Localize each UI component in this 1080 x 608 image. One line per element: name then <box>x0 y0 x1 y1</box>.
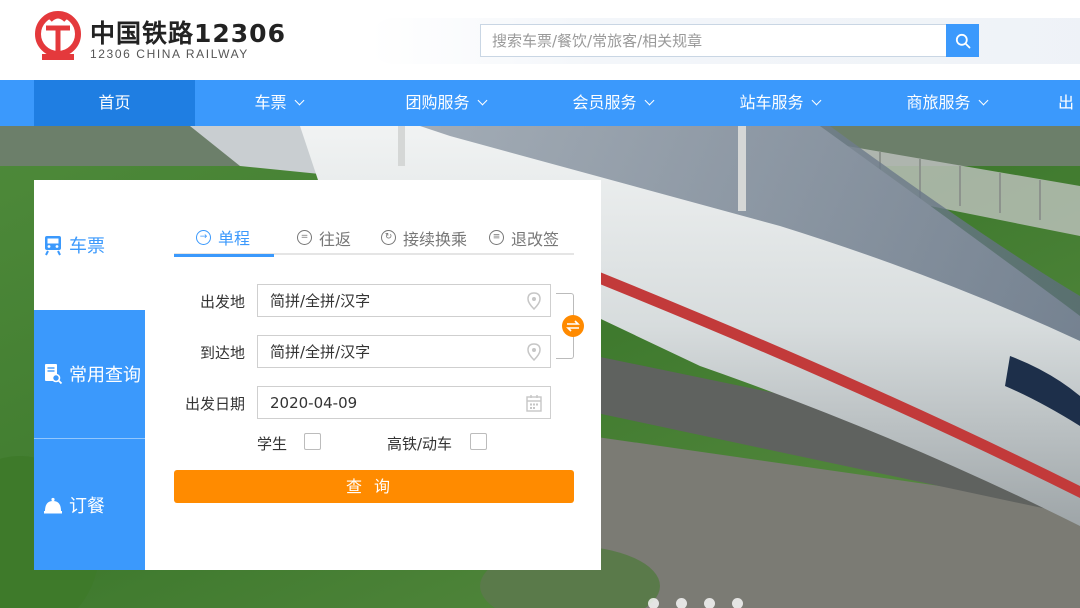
booking-panel: 车票 常用查询 订餐 → 单程 = 往返 ↻ 接续换乘 ≡ 退改签 出发地 简拼… <box>34 180 601 570</box>
calendar-icon[interactable] <box>526 394 542 412</box>
student-label: 学生 <box>257 435 288 453</box>
nav-station-service-label: 站车服务 <box>739 93 804 112</box>
carousel-dot[interactable] <box>676 598 687 608</box>
carousel-dot[interactable] <box>648 598 659 608</box>
nav-business-service[interactable]: 商旅服务 <box>863 80 1030 126</box>
document-search-icon <box>45 364 63 385</box>
search-icon <box>955 33 970 48</box>
tab-round-trip-label: 往返 <box>319 229 352 249</box>
tab-one-way[interactable]: → 单程 <box>174 220 274 257</box>
chevron-down-icon <box>644 95 654 106</box>
from-field-box <box>257 284 551 317</box>
nav-group-service[interactable]: 团购服务 <box>362 80 529 126</box>
highspeed-checkbox[interactable] <box>470 433 487 450</box>
highspeed-label: 高铁/动车 <box>387 435 453 453</box>
nav-home[interactable]: 首页 <box>34 80 195 126</box>
header: 中国铁路12306 12306 CHINA RAILWAY <box>0 0 1080 80</box>
side-tab-common-query-label: 常用查询 <box>69 365 141 386</box>
from-label: 出发地 <box>199 293 245 311</box>
nav-home-label: 首页 <box>98 93 131 112</box>
nav-travel[interactable]: 出 <box>1058 80 1080 126</box>
location-pin-icon <box>527 343 541 361</box>
chevron-down-icon <box>294 95 304 106</box>
to-field-box <box>257 335 551 368</box>
nav-group-service-label: 团购服务 <box>405 93 470 112</box>
booking-sidebar: 车票 常用查询 订餐 <box>34 180 145 570</box>
search-button[interactable] <box>946 24 979 57</box>
nav-business-service-label: 商旅服务 <box>906 93 971 112</box>
tab-one-way-label: 单程 <box>218 229 251 248</box>
nav-tickets[interactable]: 车票 <box>195 80 362 126</box>
arrow-circle-icon: → <box>196 229 211 245</box>
tab-round-trip[interactable]: = 往返 <box>297 220 351 255</box>
date-field-box <box>257 386 551 419</box>
nav-station-service[interactable]: 站车服务 <box>696 80 863 126</box>
trip-type-tabs: → 单程 = 往返 ↻ 接续换乘 ≡ 退改签 <box>174 220 574 257</box>
brand-subtitle: 12306 CHINA RAILWAY <box>90 47 249 61</box>
tab-refund-change[interactable]: ≡ 退改签 <box>489 220 559 255</box>
ticket-circle-icon: ≡ <box>489 230 504 245</box>
date-label: 出发日期 <box>184 395 245 413</box>
student-checkbox[interactable] <box>304 433 321 450</box>
brand-title[interactable]: 中国铁路12306 <box>90 14 286 50</box>
china-railway-logo-icon[interactable] <box>33 10 83 64</box>
query-button[interactable]: 查询 <box>174 470 574 503</box>
location-pin-icon <box>527 292 541 310</box>
main-nav: 首页 车票 团购服务 会员服务 站车服务 商旅服务 出 <box>0 80 1080 126</box>
nav-travel-label: 出 <box>1058 93 1075 112</box>
equal-circle-icon: = <box>297 230 312 245</box>
chevron-down-icon <box>978 95 988 106</box>
side-tab-dining[interactable]: 订餐 <box>34 439 145 570</box>
search-box <box>480 24 947 57</box>
nav-tickets-label: 车票 <box>254 93 287 112</box>
departure-date-input[interactable] <box>258 387 550 418</box>
to-label: 到达地 <box>199 344 245 362</box>
carousel-dot[interactable] <box>704 598 715 608</box>
carousel-dot[interactable] <box>732 598 743 608</box>
train-icon <box>45 236 61 256</box>
chevron-down-icon <box>811 95 821 106</box>
from-station-input[interactable] <box>258 285 550 316</box>
tab-transfer[interactable]: ↻ 接续换乘 <box>381 220 467 255</box>
chevron-down-icon <box>477 95 487 106</box>
carousel-dots <box>648 598 760 608</box>
side-tab-tickets[interactable]: 车票 <box>34 180 145 310</box>
swap-icon <box>566 320 580 332</box>
nav-member-service[interactable]: 会员服务 <box>529 80 696 126</box>
side-tab-tickets-label: 车票 <box>69 236 105 257</box>
search-input[interactable] <box>481 25 946 56</box>
nav-member-service-label: 会员服务 <box>572 93 637 112</box>
side-tab-common-query[interactable]: 常用查询 <box>34 310 145 438</box>
tab-refund-change-label: 退改签 <box>511 229 560 249</box>
tab-transfer-label: 接续换乘 <box>403 229 468 249</box>
dining-bell-icon <box>44 497 62 513</box>
swap-stations-button[interactable] <box>562 315 584 337</box>
cycle-circle-icon: ↻ <box>381 230 396 245</box>
to-station-input[interactable] <box>258 336 550 367</box>
side-tab-dining-label: 订餐 <box>69 495 105 517</box>
